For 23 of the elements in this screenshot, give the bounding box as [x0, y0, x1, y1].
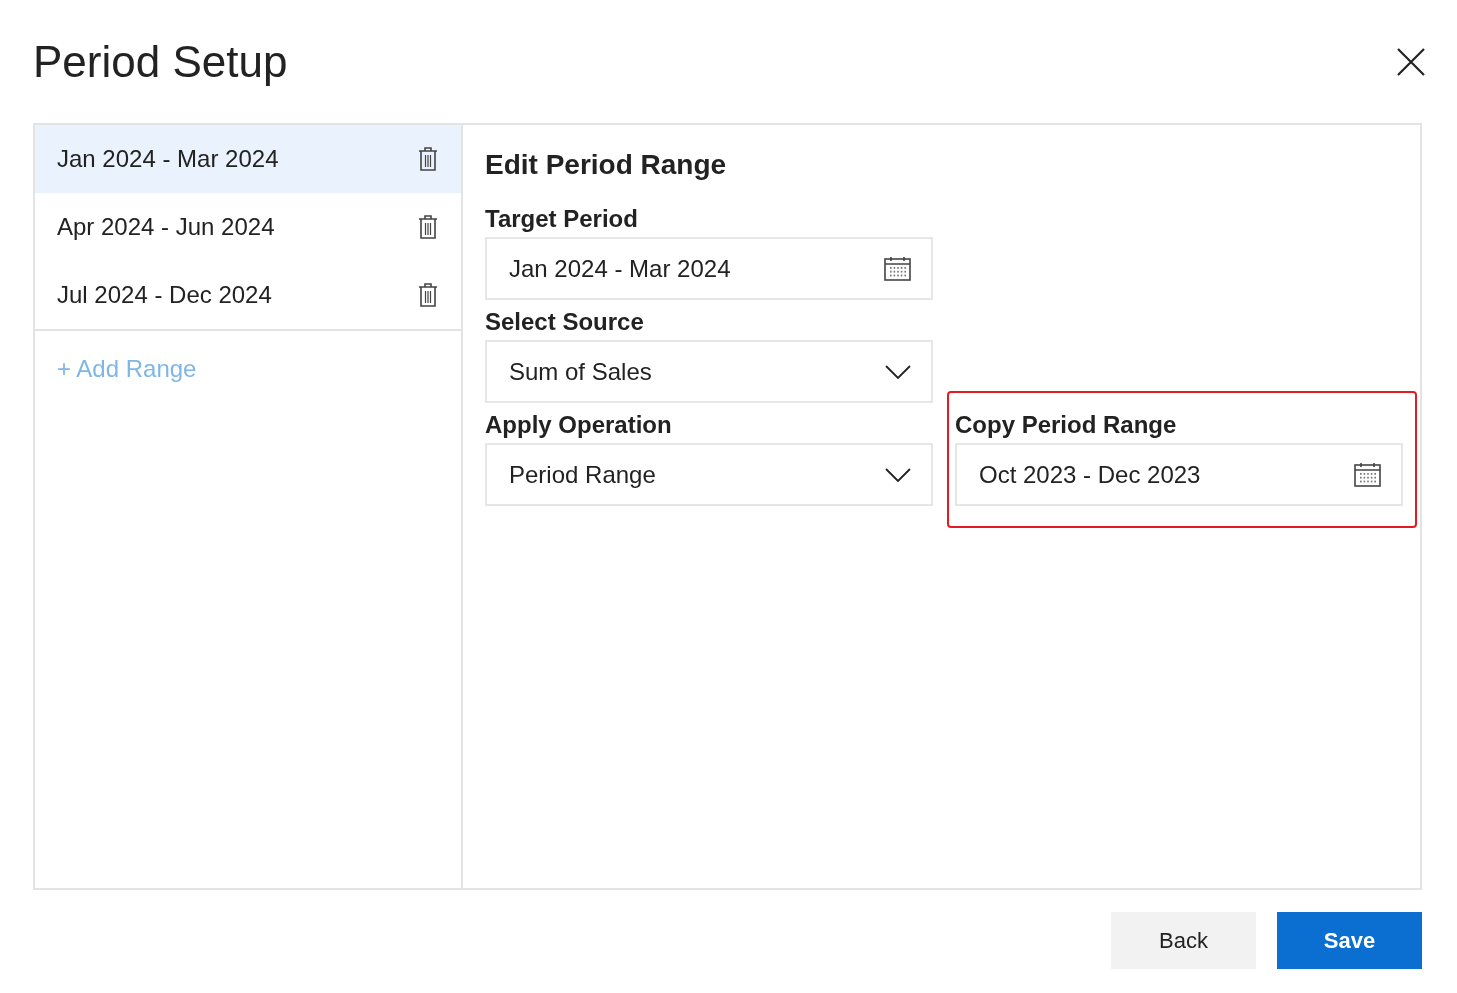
field-label: Target Period	[485, 204, 639, 234]
section-heading: Edit Period Range	[485, 149, 728, 181]
range-item[interactable]: Apr 2024 - Jun 2024	[35, 193, 461, 261]
chevron-down-icon[interactable]	[885, 467, 911, 482]
trash-icon[interactable]	[417, 282, 439, 308]
dialog-title: Period Setup	[33, 36, 288, 87]
close-icon[interactable]	[1397, 47, 1425, 76]
chevron-down-icon[interactable]	[885, 364, 911, 379]
back-button[interactable]: Back	[1111, 912, 1256, 969]
trash-icon[interactable]	[417, 214, 439, 240]
range-item[interactable]: Jul 2024 - Dec 2024	[35, 261, 461, 329]
field-label: Copy Period Range	[955, 410, 1178, 440]
dropdown-field[interactable]: Period Range	[485, 443, 933, 506]
trash-icon[interactable]	[417, 146, 439, 172]
calendar-icon[interactable]	[884, 256, 911, 281]
calendar-icon[interactable]	[1354, 462, 1381, 487]
field-label: Apply Operation	[485, 410, 673, 440]
date-field[interactable]: Jan 2024 - Mar 2024	[485, 237, 933, 300]
date-field[interactable]: Oct 2023 - Dec 2023	[955, 443, 1403, 506]
dropdown-field[interactable]: Sum of Sales	[485, 340, 933, 403]
range-item[interactable]: Jan 2024 - Mar 2024	[35, 125, 461, 193]
save-button[interactable]: Save	[1277, 912, 1422, 969]
field-label: Select Source	[485, 307, 645, 337]
